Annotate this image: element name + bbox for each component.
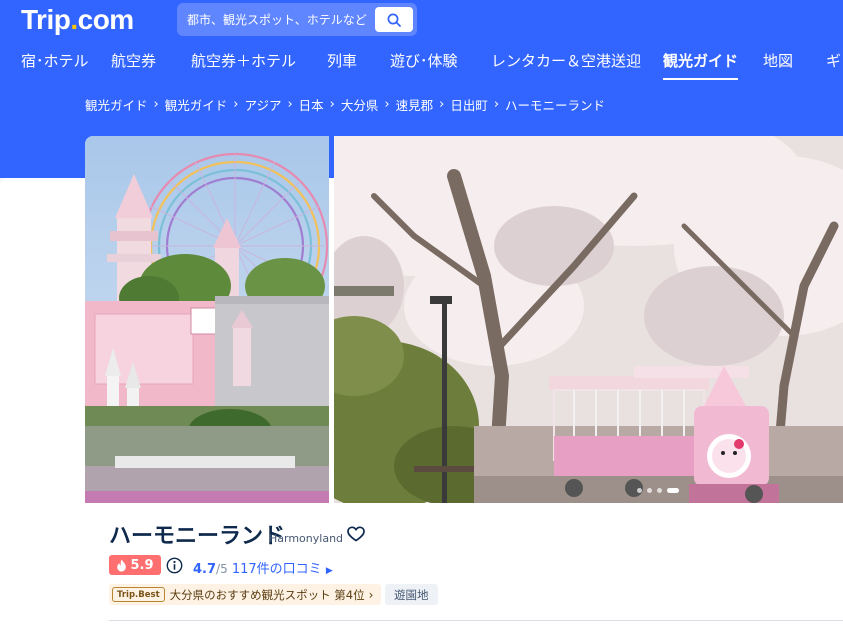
attraction-title-en: Harmonyland (269, 532, 344, 545)
flame-icon (117, 559, 127, 571)
nav-travel-guide[interactable]: 観光ガイド (663, 50, 739, 80)
pagination-dot[interactable] (657, 488, 662, 493)
cherry-blossom-train-image (334, 136, 843, 503)
trip-best-ranking[interactable]: Trip.Best 大分県のおすすめ観光スポット 第4位 › (109, 584, 382, 605)
breadcrumb-item[interactable]: 観光ガイド (165, 95, 228, 114)
caret-right-icon: ▶ (325, 566, 333, 576)
category-tag: 遊園地 (385, 584, 438, 605)
gallery-photo-castle[interactable] (85, 136, 329, 503)
rating-value: 4.7 (193, 562, 217, 577)
heat-score-badge: 5.9 (109, 555, 161, 575)
breadcrumb-item[interactable]: アジア (244, 95, 281, 114)
trip-logo[interactable]: Trip.com (21, 4, 134, 36)
breadcrumb-item[interactable]: 観光ガイド (85, 95, 148, 114)
review-rating[interactable]: 4.7/5 117件の口コミ ▶ (193, 558, 333, 577)
chevron-right-icon: › (329, 96, 335, 112)
logo-dot: . (70, 4, 78, 35)
ranking-text: 大分県のおすすめ観光スポット 第4位 (169, 587, 365, 602)
nav-flight-hotel[interactable]: 航空券＋ホテル (191, 50, 296, 71)
nav-gifts[interactable]: ギフ (826, 50, 843, 71)
chevron-right-icon: › (493, 96, 500, 112)
breadcrumb-item[interactable]: 速見郡 (396, 95, 434, 114)
logo-suffix: com (77, 4, 135, 35)
favorite-button[interactable] (347, 526, 365, 546)
search-button[interactable] (375, 7, 413, 32)
attraction-title: ハーモニーランド (109, 524, 286, 549)
rating-max: /5 (216, 562, 228, 576)
logo-text: Trip (21, 4, 71, 35)
breadcrumb-current: ハーモニーランド (505, 97, 606, 113)
photo-gallery (85, 136, 843, 503)
chevron-right-icon: › (233, 96, 239, 112)
trip-best-logo: Trip.Best (112, 587, 165, 602)
active-nav-underline (663, 78, 739, 80)
review-count-link[interactable]: 117件の口コミ (232, 562, 322, 577)
nav-car-rental[interactable]: レンタカー＆空港送迎 (491, 50, 641, 71)
nav-activities[interactable]: 遊び･体験 (390, 50, 458, 71)
pagination-dot[interactable] (637, 488, 642, 493)
chevron-right-icon: › (368, 587, 374, 602)
info-button[interactable] (166, 557, 183, 578)
chevron-right-icon: › (287, 96, 293, 112)
pagination-dot-active[interactable] (667, 488, 679, 493)
search-input[interactable] (187, 11, 373, 28)
gallery-pagination (637, 488, 679, 493)
chevron-right-icon: › (439, 96, 445, 112)
heat-score-value: 5.9 (130, 557, 154, 573)
search-box (177, 3, 417, 36)
breadcrumb-item[interactable]: 日本 (299, 95, 324, 114)
main-nav: 宿･ホテル 航空券 航空券＋ホテル 列車 遊び･体験 レンタカー＆空港送迎 観光… (0, 44, 843, 80)
heart-icon (347, 526, 365, 542)
info-icon (166, 557, 183, 574)
chevron-right-icon: › (153, 96, 159, 112)
search-icon (387, 13, 401, 27)
breadcrumb: 観光ガイド › 観光ガイド › アジア › 日本 › 大分県 › 速見郡 › 日出町 › ハー… (85, 95, 605, 113)
divider (109, 620, 843, 621)
nav-hotels[interactable]: 宿･ホテル (21, 50, 89, 71)
breadcrumb-item[interactable]: 日出町 (450, 95, 488, 114)
nav-flights[interactable]: 航空券 (111, 50, 156, 71)
nav-map[interactable]: 地図 (763, 50, 793, 71)
breadcrumb-item[interactable]: 大分県 (341, 95, 379, 114)
castle-ferris-wheel-image (85, 136, 329, 503)
pagination-dot[interactable] (647, 488, 652, 493)
gallery-photo-cherry-train[interactable] (334, 136, 843, 503)
nav-trains[interactable]: 列車 (327, 50, 357, 71)
chevron-right-icon: › (384, 96, 390, 112)
